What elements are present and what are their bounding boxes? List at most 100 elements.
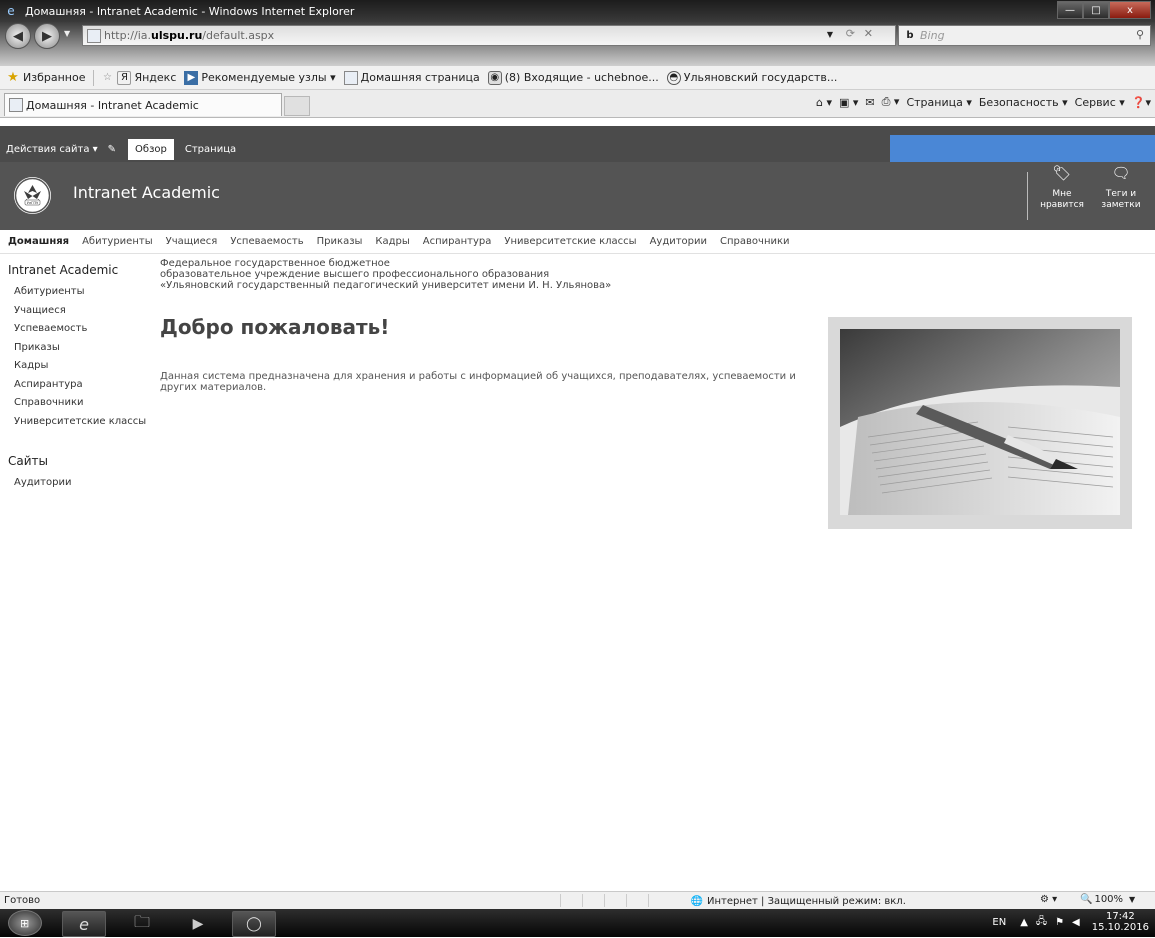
nav-applicants[interactable]: Абитуриенты [82,236,153,247]
nav-university-classes[interactable]: Университетские классы [504,236,636,247]
security-zone[interactable]: 🌐 Интернет | Защищенный режим: вкл. [690,894,906,908]
action-center-icon[interactable]: ⚑ [1055,917,1064,928]
fav-ulspu[interactable]: ◓ Ульяновский государств... [666,70,838,85]
user-area[interactable] [890,135,1155,162]
new-tab-button[interactable] [284,96,310,116]
clock-date: 15.10.2016 [1091,922,1149,933]
clock[interactable]: 17:42 15.10.2016 [1092,911,1149,933]
ie-logo-icon: e [7,4,15,18]
window-title: Домашняя - Intranet Academic - Windows I… [25,4,355,18]
refresh-icon[interactable]: ⟳ [846,27,855,40]
taskbar-media[interactable]: ▶ [176,911,220,937]
taskbar-app[interactable]: ◯ [232,911,276,937]
yandex-icon: Я [117,70,132,85]
sidebar-item-classrooms[interactable]: Аудитории [14,474,158,493]
sidebar-item-university-classes[interactable]: Университетские классы [14,413,158,432]
status-cell [560,894,582,907]
tab-page[interactable]: Страница [178,139,243,160]
description-line-1: Данная система предназначена для хранени… [160,371,796,382]
site-banner: УлГПУ Intranet Academic 🏷 Мне нравится 🗨… [0,162,1155,230]
favorites-bar: ★ Избранное ☆ Я Яндекс ▶ Рекомендуемые узл… [0,66,1155,90]
add-favorite-icon[interactable]: ☆ [100,71,114,85]
safety-menu[interactable]: Безопасность ▾ [979,96,1068,109]
sidebar-item-applicants[interactable]: Абитуриенты [14,283,158,302]
stop-icon[interactable]: ✕ [864,27,873,40]
sidebar-item-staff[interactable]: Кадры [14,357,158,376]
favbar-divider [93,69,95,86]
favorites-button[interactable]: ★ Избранное [6,70,86,85]
like-label: Мне нравится [1040,189,1084,210]
home-icon[interactable]: ⌂ ▾ [816,96,832,109]
nav-students[interactable]: Учащиеся [166,236,218,247]
university-icon: ◓ [666,70,681,85]
zoom-control[interactable]: 🔍 100% ▼ [1080,894,1135,905]
feeds-icon[interactable]: ▣ ▾ [839,96,858,109]
history-dropdown-icon[interactable]: ▼ [64,29,70,38]
fav-suggested[interactable]: ▶ Рекомендуемые узлы ▾ [184,70,336,85]
suggested-sites-icon: ▶ [184,70,199,85]
favorites-label: Избранное [23,71,86,84]
mail-icon[interactable]: ✉ [865,96,874,109]
fav-ulspu-label: Ульяновский государств... [683,71,838,84]
edit-page-icon[interactable]: ✎ [108,144,116,155]
site-actions-menu[interactable]: Действия сайта ▾ [6,144,98,155]
back-button[interactable]: ◀ [5,23,31,49]
sidebar-item-postgraduate[interactable]: Аспирантура [14,376,158,395]
sidebar-item-orders[interactable]: Приказы [14,339,158,358]
address-row: ◀ ▶ ▼ http://ia. ulspu.ru/default.aspx ▼ … [0,22,1155,66]
nav-home[interactable]: Домашняя [8,236,69,247]
site-logo[interactable]: УлГПУ [14,177,51,214]
nav-references[interactable]: Справочники [720,236,790,247]
address-dropdown-icon[interactable]: ▼ [827,30,833,39]
quick-launch-heading[interactable]: Intranet Academic [8,263,158,277]
mouse-icon: ◯ [246,916,262,932]
taskbar-explorer[interactable]: 🗀 [120,911,164,937]
fav-inbox-label: (8) Входящие - uchebnoe... [504,71,659,84]
minimize-button[interactable]: — [1057,1,1083,19]
tags-notes-icon: 🗨 [1111,164,1131,182]
description-line-2: других материалов. [160,382,267,393]
tools-menu[interactable]: Сервис ▾ [1075,96,1125,109]
network-icon[interactable]: 🖧 [1036,914,1047,931]
page-menu[interactable]: Страница ▾ [906,96,971,109]
fav-inbox[interactable]: ◉ (8) Входящие - uchebnoe... [487,70,659,85]
command-bar: ⌂ ▾ ▣ ▾ ✉ ⎙ ▾ Страница ▾ Безопасность ▾ … [809,95,1151,109]
search-input[interactable]: b Bing ⚲ [898,25,1151,46]
volume-icon[interactable]: ◀ [1072,917,1080,928]
nav-grades[interactable]: Успеваемость [230,236,303,247]
status-cell [626,894,648,907]
tray-expand-icon[interactable]: ▲ [1020,917,1028,928]
status-bar: Готово 🌐 Интернет | Защищенный режим: вк… [0,891,1155,909]
taskbar-ie[interactable]: e [62,911,106,937]
search-icon[interactable]: ⚲ [1136,28,1144,41]
fav-yandex[interactable]: Я Яндекс [117,70,176,85]
nav-postgraduate[interactable]: Аспирантура [423,236,492,247]
forward-button[interactable]: ▶ [34,23,60,49]
sidebar-item-students[interactable]: Учащиеся [14,302,158,321]
sites-heading[interactable]: Сайты [8,454,158,468]
nav-orders[interactable]: Приказы [317,236,363,247]
folder-icon: 🗀 [133,911,150,931]
compat-view-icon[interactable]: ⚙ ▾ [1040,894,1057,905]
language-indicator[interactable]: EN [992,917,1006,928]
fav-home[interactable]: Домашняя страница [343,70,480,85]
close-button[interactable]: x [1109,1,1151,19]
ribbon: Действия сайта ▾ ✎ Обзор Страница [0,126,1155,162]
nav-classrooms[interactable]: Аудитории [650,236,707,247]
tab-browse[interactable]: Обзор [128,139,174,160]
arrow-right-icon: ▶ [42,28,52,44]
sidebar-item-grades[interactable]: Успеваемость [14,320,158,339]
nav-staff[interactable]: Кадры [375,236,409,247]
site-name[interactable]: Intranet Academic [73,183,220,202]
tag-like-icon: 🏷 [1052,164,1072,182]
sidebar-item-references[interactable]: Справочники [14,394,158,413]
help-icon[interactable]: ❓▾ [1132,96,1151,109]
page-icon [9,98,23,112]
start-button[interactable]: ⊞ [8,910,42,936]
maximize-button[interactable]: □ [1083,1,1109,19]
print-icon[interactable]: ⎙ ▾ [882,95,900,109]
address-input[interactable]: http://ia. ulspu.ru/default.aspx ▼ ⟳ ✕ [82,25,896,46]
tags-notes-button[interactable]: 🗨 Теги и заметки [1096,164,1146,211]
browser-tab[interactable]: Домашняя - Intranet Academic [4,93,282,116]
like-button[interactable]: 🏷 Мне нравится [1037,164,1087,211]
